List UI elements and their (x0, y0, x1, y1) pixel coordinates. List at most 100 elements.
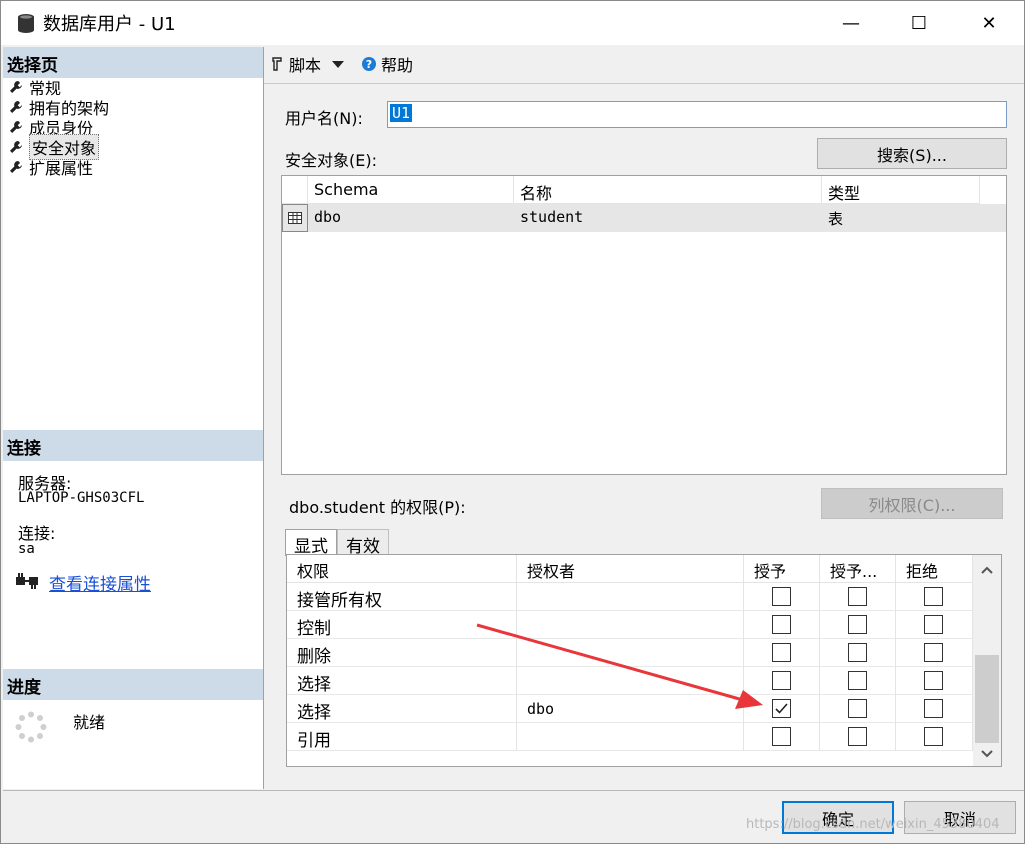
cell-type[interactable]: 表 (822, 204, 1006, 232)
scrollbar-thumb[interactable] (975, 655, 999, 743)
grant-checkbox[interactable] (772, 587, 791, 606)
close-button[interactable]: ✕ (954, 1, 1024, 45)
page-item-owned-schemas[interactable]: 拥有的架构 (9, 97, 109, 118)
checkmark-icon (775, 703, 788, 714)
cell-permission: 引用 (287, 723, 517, 751)
connection-value: sa (18, 541, 35, 557)
progress-status: 就绪 (73, 713, 106, 732)
scroll-up-icon[interactable] (980, 565, 994, 575)
server-value: LAPTOP-GHS03CFL (18, 490, 145, 506)
column-header-schema[interactable]: Schema (308, 176, 514, 204)
grant-checkbox[interactable] (772, 727, 791, 746)
cell-deny (896, 667, 973, 695)
cell-deny (896, 695, 973, 723)
column-header-type[interactable]: 类型 (822, 176, 980, 204)
deny-checkbox[interactable] (924, 587, 943, 606)
table-row-icon[interactable] (282, 204, 308, 232)
column-header-name[interactable]: 名称 (514, 176, 822, 204)
grant-checkbox[interactable] (772, 699, 791, 718)
grant-checkbox[interactable] (772, 643, 791, 662)
view-connection-properties-link[interactable]: 查看连接属性 (49, 570, 151, 595)
column-header-with-grant[interactable]: 授予... (820, 555, 896, 583)
table-header-corner (282, 176, 308, 204)
column-header-grant[interactable]: 授予 (744, 555, 820, 583)
grant-checkbox[interactable] (772, 671, 791, 690)
table-icon (288, 212, 302, 224)
panel-divider (263, 47, 264, 789)
cell-deny (896, 639, 973, 667)
cell-grant (744, 723, 820, 751)
with-grant-checkbox[interactable] (848, 699, 867, 718)
permissions-tabs: 显式 有效 (285, 529, 389, 557)
table-row[interactable]: 接管所有权 (287, 583, 973, 611)
column-header-permission[interactable]: 权限 (287, 555, 517, 583)
svg-text:?: ? (366, 58, 372, 71)
help-icon: ? (362, 57, 377, 71)
scroll-down-icon[interactable] (980, 749, 994, 759)
page-item-securables[interactable]: 安全对象 (9, 134, 109, 160)
toolbar: 脚本 ? 帮助 (269, 51, 425, 77)
dialog-window: 数据库用户 - U1 — ☐ ✕ 选择页 常规 拥有的架构 成员身份 安全对象 (0, 0, 1025, 844)
left-panel: 选择页 常规 拥有的架构 成员身份 安全对象 扩展属性 连接 服务器: LAPT… (3, 47, 263, 789)
vertical-scrollbar[interactable] (973, 555, 1001, 766)
securables-label: 安全对象(E): (285, 151, 377, 170)
deny-checkbox[interactable] (924, 643, 943, 662)
with-grant-checkbox[interactable] (848, 615, 867, 634)
with-grant-checkbox[interactable] (848, 727, 867, 746)
watermark: https://blog.csdn.net/weixin_45380404 (746, 817, 1000, 832)
cell-with-grant (820, 667, 896, 695)
cell-grantor (517, 723, 744, 751)
cell-with-grant (820, 723, 896, 751)
cell-schema[interactable]: dbo (308, 204, 514, 232)
page-item-general[interactable]: 常规 (9, 77, 109, 98)
cell-with-grant (820, 695, 896, 723)
toolbar-separator (264, 83, 1024, 84)
grant-checkbox[interactable] (772, 615, 791, 634)
cell-deny (896, 723, 973, 751)
cell-grant (744, 583, 820, 611)
permissions-label: dbo.student 的权限(P): (289, 498, 466, 517)
tab-effective[interactable]: 有效 (337, 529, 389, 557)
wrench-icon (10, 81, 22, 93)
tab-explicit[interactable]: 显式 (285, 529, 337, 557)
script-icon (272, 57, 282, 71)
page-item-extended-properties[interactable]: 扩展属性 (9, 157, 109, 178)
deny-checkbox[interactable] (924, 615, 943, 634)
cell-with-grant (820, 583, 896, 611)
script-button[interactable]: 脚本 (269, 52, 349, 76)
wrench-icon (10, 121, 22, 133)
username-input[interactable]: U1 (387, 101, 1007, 128)
column-header-deny[interactable]: 拒绝 (896, 555, 973, 583)
cell-permission: 接管所有权 (287, 583, 517, 611)
wrench-icon (10, 141, 22, 153)
maximize-button[interactable]: ☐ (884, 1, 954, 45)
progress-spinner-icon (15, 711, 47, 743)
search-button[interactable]: 搜索(S)... (817, 138, 1007, 169)
annotation-arrow-icon (476, 623, 763, 709)
column-header-grantor[interactable]: 授权者 (517, 555, 744, 583)
cell-grantor (517, 583, 744, 611)
dropdown-arrow-icon[interactable] (331, 59, 345, 69)
script-label: 脚本 (289, 56, 322, 75)
cell-with-grant (820, 611, 896, 639)
securables-table: Schema 名称 类型 dbo student 表 (281, 175, 1007, 475)
deny-checkbox[interactable] (924, 671, 943, 690)
wrench-icon (10, 101, 22, 113)
column-permissions-button[interactable]: 列权限(C)... (821, 488, 1003, 519)
connection-header: 连接 (3, 430, 263, 461)
with-grant-checkbox[interactable] (848, 587, 867, 606)
username-label: 用户名(N): (285, 109, 363, 128)
page-item-label: 扩展属性 (29, 159, 94, 178)
cell-deny (896, 583, 973, 611)
wrench-icon (10, 161, 22, 173)
with-grant-checkbox[interactable] (848, 643, 867, 662)
help-button[interactable]: ? 帮助 (361, 52, 413, 76)
deny-checkbox[interactable] (924, 727, 943, 746)
cell-name[interactable]: student (514, 204, 822, 232)
table-row[interactable]: 引用 (287, 723, 973, 751)
username-value: U1 (390, 104, 413, 122)
minimize-button[interactable]: — (816, 1, 886, 45)
help-label: 帮助 (381, 56, 414, 75)
with-grant-checkbox[interactable] (848, 671, 867, 690)
deny-checkbox[interactable] (924, 699, 943, 718)
